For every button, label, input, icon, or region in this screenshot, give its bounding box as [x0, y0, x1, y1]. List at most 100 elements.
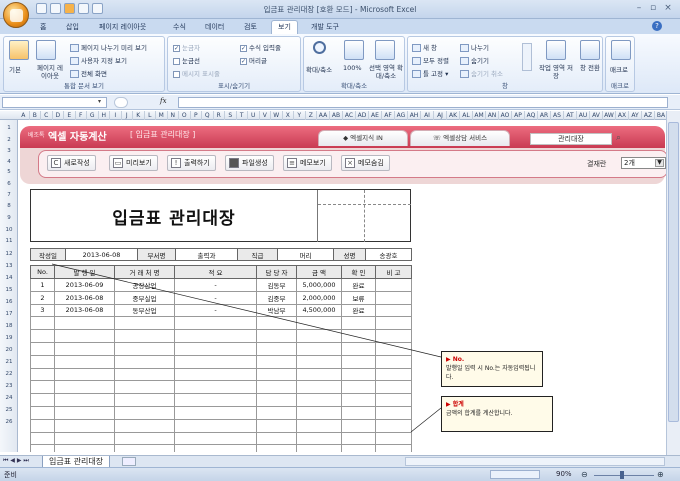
row-header[interactable]: 14	[0, 273, 18, 283]
expand-formula-icon[interactable]	[114, 97, 128, 108]
page-layout-icon[interactable]	[36, 40, 56, 60]
undo-icon[interactable]	[50, 3, 61, 14]
column-header[interactable]: J	[122, 111, 133, 120]
macros-button[interactable]: 매크로	[610, 64, 628, 74]
column-header[interactable]: U	[248, 111, 260, 120]
column-header[interactable]: AO	[499, 111, 512, 120]
column-header[interactable]: V	[260, 111, 271, 120]
switch-windows-button[interactable]: 창 전환	[578, 64, 602, 72]
column-header[interactable]: AX	[616, 111, 629, 120]
row-header[interactable]: 9	[0, 213, 18, 223]
normal-view-button[interactable]: 기본	[9, 64, 21, 74]
close-icon[interactable]: ×	[662, 3, 674, 14]
column-header[interactable]: AP	[512, 111, 525, 120]
column-header[interactable]: AY	[629, 111, 642, 120]
vertical-scrollbar[interactable]	[666, 111, 680, 455]
row-header[interactable]: 16	[0, 297, 18, 307]
name-box-dropdown-icon[interactable]: ▾	[98, 98, 101, 105]
headings-checkbox[interactable]: ✓ 머리글	[240, 55, 267, 65]
sheet-nav-icon[interactable]: ⏮ ◀ ▶ ⏭	[3, 457, 29, 465]
column-header[interactable]: T	[237, 111, 248, 120]
side-by-side-icon[interactable]	[522, 43, 532, 71]
minimize-icon[interactable]: –	[633, 3, 645, 14]
zoom-selection-icon[interactable]	[375, 40, 395, 60]
row-header[interactable]: 20	[0, 345, 18, 355]
column-header[interactable]: I	[110, 111, 122, 120]
save-workspace-button[interactable]: 작업 영역 저장	[538, 64, 574, 80]
row-header[interactable]: 19	[0, 333, 18, 343]
view-icon[interactable]	[92, 3, 103, 14]
horizontal-scrollbar[interactable]	[405, 457, 665, 466]
row-header[interactable]: 8	[0, 201, 18, 211]
column-header[interactable]: AM	[473, 111, 486, 120]
print-icon[interactable]	[78, 3, 89, 14]
row-header[interactable]: 17	[0, 309, 18, 319]
column-header[interactable]: AI	[421, 111, 434, 120]
row-header[interactable]: 23	[0, 381, 18, 391]
quick-access-icon[interactable]	[64, 3, 75, 14]
column-header[interactable]: AA	[317, 111, 330, 120]
column-header[interactable]: AJ	[434, 111, 447, 120]
macros-icon[interactable]	[611, 40, 631, 60]
column-header[interactable]: AN	[486, 111, 499, 120]
save-icon[interactable]	[36, 3, 47, 14]
tab-home[interactable]: 홈	[34, 21, 52, 34]
column-header[interactable]: AS	[551, 111, 564, 120]
column-header[interactable]: Q	[202, 111, 214, 120]
column-header[interactable]: A	[18, 111, 30, 120]
zoom-in-icon[interactable]: ⊕	[657, 470, 664, 479]
scroll-thumb[interactable]	[668, 122, 679, 422]
row-header[interactable]: 11	[0, 236, 18, 246]
new-window-button[interactable]: 새 창	[412, 42, 437, 52]
view-mode-icons[interactable]	[490, 470, 540, 479]
insert-sheet-icon[interactable]	[122, 457, 136, 466]
row-header[interactable]: 1	[0, 123, 18, 133]
row-header[interactable]: 6	[0, 179, 18, 189]
magnifier-icon[interactable]	[313, 41, 326, 54]
column-header[interactable]: AB	[330, 111, 343, 120]
tab-review[interactable]: 검토	[238, 21, 263, 34]
row-header[interactable]: 5	[0, 167, 18, 177]
column-header[interactable]: H	[99, 111, 110, 120]
column-header[interactable]: AK	[447, 111, 460, 120]
zoom-100-icon[interactable]	[344, 40, 364, 60]
fx-icon[interactable]: fx	[160, 97, 167, 105]
arrange-all-button[interactable]: 모두 정렬	[412, 55, 449, 65]
full-screen-button[interactable]: 전체 화면	[70, 68, 107, 78]
zoom-slider[interactable]	[594, 475, 654, 476]
column-header[interactable]: S	[225, 111, 237, 120]
row-header[interactable]: 15	[0, 285, 18, 295]
page-break-preview-button[interactable]: 페이지 나누기 미리 보기	[70, 42, 147, 52]
column-header[interactable]: P	[191, 111, 202, 120]
row-header[interactable]: 25	[0, 405, 18, 415]
column-header[interactable]: K	[133, 111, 145, 120]
column-header[interactable]: F	[76, 111, 87, 120]
column-header[interactable]: AG	[395, 111, 408, 120]
column-header[interactable]: C	[41, 111, 53, 120]
zoom-slider-thumb[interactable]	[620, 471, 624, 479]
column-header[interactable]: R	[214, 111, 225, 120]
column-header[interactable]: L	[145, 111, 156, 120]
row-header[interactable]: 4	[0, 157, 18, 167]
switch-windows-icon[interactable]	[580, 40, 600, 60]
column-header[interactable]: AL	[460, 111, 473, 120]
tab-insert[interactable]: 삽입	[60, 21, 85, 34]
row-header[interactable]: 18	[0, 321, 18, 331]
row-header[interactable]: 3	[0, 146, 18, 156]
column-header[interactable]: M	[156, 111, 168, 120]
tab-data[interactable]: 데이터	[199, 21, 230, 34]
zoom-100-button[interactable]: 100%	[343, 64, 362, 72]
tab-developer[interactable]: 개발 도구	[305, 21, 345, 34]
column-header[interactable]: G	[87, 111, 99, 120]
column-header[interactable]: Z	[306, 111, 317, 120]
office-button[interactable]	[3, 2, 29, 28]
normal-view-icon[interactable]	[9, 40, 29, 60]
column-header[interactable]: B	[30, 111, 41, 120]
row-header[interactable]: 13	[0, 261, 18, 271]
page-layout-button[interactable]: 페이지 레이아웃	[35, 64, 65, 80]
column-header[interactable]: AF	[382, 111, 395, 120]
column-header[interactable]: AU	[577, 111, 590, 120]
column-header[interactable]: AE	[369, 111, 382, 120]
column-header[interactable]: W	[271, 111, 283, 120]
row-header[interactable]: 21	[0, 357, 18, 367]
